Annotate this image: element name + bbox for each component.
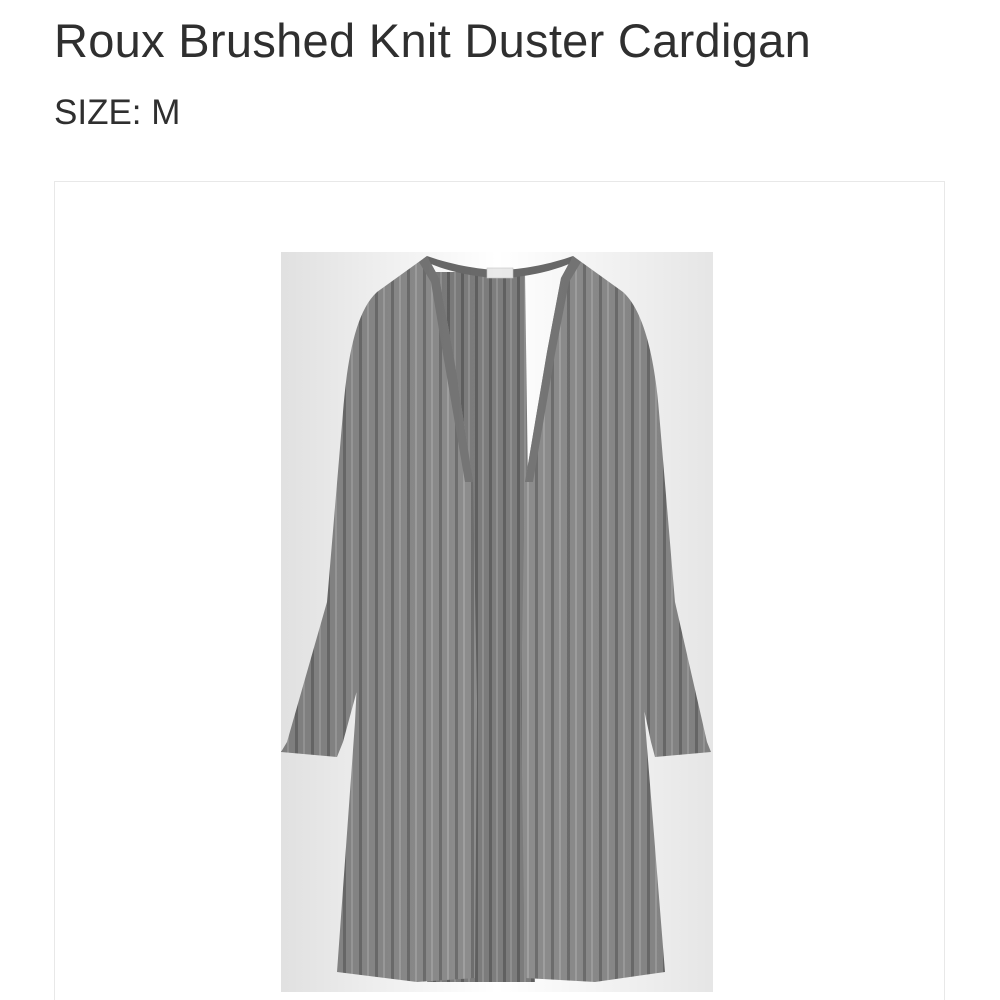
product-image[interactable] (54, 181, 945, 1000)
product-page: Roux Brushed Knit Duster Cardigan SIZE: … (0, 0, 1000, 1000)
size-info: SIZE: M (54, 90, 180, 136)
cardigan-photo (281, 252, 713, 992)
size-label: SIZE: (54, 93, 142, 132)
product-title: Roux Brushed Knit Duster Cardigan (54, 14, 812, 67)
size-value: M (151, 93, 181, 132)
brand-tag (486, 267, 514, 279)
